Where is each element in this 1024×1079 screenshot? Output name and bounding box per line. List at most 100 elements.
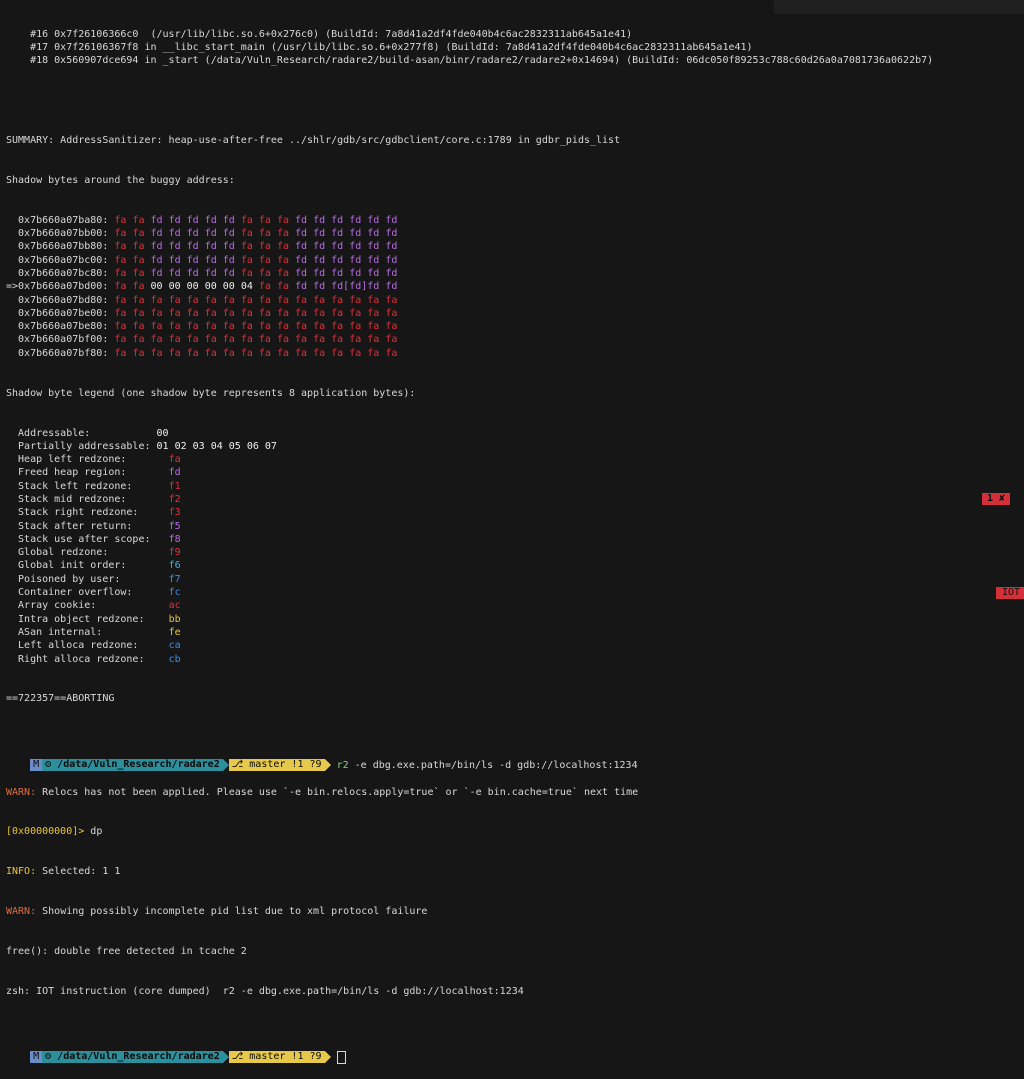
shadow-byte: fa	[108, 254, 127, 266]
shadow-byte: fa	[108, 241, 127, 253]
exit-status-badge: 1 ✘	[981, 493, 1010, 505]
shadow-byte: fa	[180, 294, 199, 306]
shadow-byte: fd	[162, 254, 181, 266]
shadow-byte: fa	[270, 241, 289, 253]
shadow-byte: fa	[234, 214, 253, 226]
text-cursor[interactable]	[336, 1051, 346, 1065]
shadow-byte: 04	[234, 281, 253, 293]
os-icon: M	[30, 758, 43, 771]
free-error: free(): double free detected in tcache 2	[6, 946, 247, 958]
legend-row: Intra object redzone: bb	[6, 613, 1024, 626]
legend-value: f6	[168, 560, 181, 572]
shadow-byte: fa	[252, 214, 271, 226]
shadow-byte: fa	[307, 347, 326, 359]
shadow-byte: fa	[288, 334, 308, 346]
legend-label: Poisoned by user:	[6, 573, 169, 585]
shadow-byte: fa	[198, 321, 217, 333]
legend-label: Container overflow:	[6, 587, 169, 599]
shadow-byte: fa	[270, 347, 289, 359]
shadow-byte: fd	[343, 214, 362, 226]
shadow-byte: fa	[361, 334, 380, 346]
shadow-byte: fa	[234, 307, 253, 319]
shadow-byte: fd	[379, 254, 398, 266]
terminal-output[interactable]: #16 0x7f26106366c0 (/usr/lib/libc.so.6+0…	[6, 1, 1024, 1065]
command-args: -e dbg.exe.path=/bin/ls -d gdb://localho…	[348, 759, 638, 771]
shadow-byte: fa	[162, 294, 181, 306]
shadow-byte: fa	[126, 334, 145, 346]
shadow-byte: fd	[307, 228, 326, 240]
aborting-line: ==722357==ABORTING	[6, 693, 115, 705]
shadow-byte: fa	[252, 228, 271, 240]
shadow-byte: fa	[198, 334, 217, 346]
shadow-row-address: 0x7b660a07bf80:	[6, 347, 109, 359]
iot-status-badge: IOT	[995, 587, 1024, 599]
shadow-byte: fa	[270, 294, 289, 306]
shadow-byte: 00	[198, 281, 217, 293]
shadow-byte: fa	[108, 321, 127, 333]
shadow-byte: fd	[325, 281, 344, 293]
shadow-byte: fd	[144, 254, 163, 266]
shadow-byte: fa	[126, 241, 145, 253]
shadow-byte: fa	[343, 294, 362, 306]
shadow-byte: fa	[252, 294, 271, 306]
shadow-byte: 00	[180, 281, 199, 293]
legend-row: Left alloca redzone: ca	[6, 639, 1024, 652]
shadow-byte: fd	[162, 214, 181, 226]
shadow-byte: fd	[325, 241, 344, 253]
shadow-byte: fa	[234, 241, 253, 253]
shadow-byte: fa	[198, 294, 217, 306]
shadow-byte: fd	[180, 228, 199, 240]
zsh-prompt-2[interactable]: M ⊝ /data/Vuln_Research/radare2 ⎇ master !…	[6, 1038, 1024, 1065]
shadow-byte: fa	[180, 334, 199, 346]
legend-label: Heap left redzone:	[6, 454, 169, 466]
zsh-crash-line: zsh: IOT instruction (core dumped) r2 -e…	[6, 985, 524, 997]
backtrace: #16 0x7f26106366c0 (/usr/lib/libc.so.6+0…	[6, 28, 1024, 68]
legend-row: Partially addressable: 01 02 03 04 05 06…	[6, 440, 1024, 453]
shadow-legend: Addressable: 00 Partially addressable: 0…	[6, 427, 1024, 666]
shadow-row-address: 0x7b660a07be00:	[6, 307, 109, 319]
shadow-byte: fd	[216, 254, 235, 266]
shadow-byte: fa	[126, 321, 145, 333]
legend-value: 00	[156, 427, 169, 439]
shadow-byte: fa	[216, 307, 235, 319]
shadow-byte: fd	[307, 267, 326, 279]
shadow-byte: fa	[162, 334, 181, 346]
legend-label: Global redzone:	[6, 547, 169, 559]
shadow-byte: [fd]	[343, 281, 368, 293]
shadow-byte: fa	[162, 307, 181, 319]
shadow-byte: fd	[325, 228, 344, 240]
shadow-byte: fd	[379, 214, 398, 226]
shadow-byte: fa	[361, 307, 380, 319]
legend-row: Addressable: 00	[6, 427, 1024, 440]
legend-row: Array cookie: ac	[6, 599, 1024, 612]
shadow-byte: fa	[379, 307, 398, 319]
shadow-row-address: 0x7b660a07bc00:	[6, 254, 109, 266]
info-selected: INFO: Selected: 1 1	[6, 866, 121, 878]
shadow-byte: fa	[108, 307, 127, 319]
shadow-byte: fa	[343, 321, 362, 333]
shadow-byte: fd	[288, 267, 308, 279]
shadow-byte: fa	[379, 334, 398, 346]
shadow-byte: fd	[361, 267, 380, 279]
shadow-row: 0x7b660a07bb00: fa fa fd fd fd fd fd fa …	[6, 227, 1024, 240]
shadow-byte: fa	[379, 347, 398, 359]
shadow-byte: fd	[216, 267, 235, 279]
legend-row: Global redzone: f9	[6, 546, 1024, 559]
shadow-row-address: 0x7b660a07bb00:	[6, 228, 109, 240]
shadow-byte: fd	[361, 228, 380, 240]
git-segment: ⎇ master !1 ?9	[228, 758, 325, 771]
shadow-byte: fd	[307, 241, 326, 253]
shadow-byte: fa	[252, 347, 271, 359]
shadow-row-address: =>0x7b660a07bd00:	[6, 281, 109, 293]
legend-row: Stack use after scope: f8	[6, 533, 1024, 546]
legend-value: fc	[168, 587, 181, 599]
shadow-byte: fa	[252, 321, 271, 333]
legend-value: f1	[168, 480, 181, 492]
shadow-byte: fa	[288, 294, 308, 306]
legend-row: Global init order: f6	[6, 559, 1024, 572]
shadow-byte: fa	[307, 294, 326, 306]
shadow-byte: fa	[361, 347, 380, 359]
shadow-byte: fa	[288, 321, 308, 333]
shadow-byte: fd	[198, 267, 217, 279]
